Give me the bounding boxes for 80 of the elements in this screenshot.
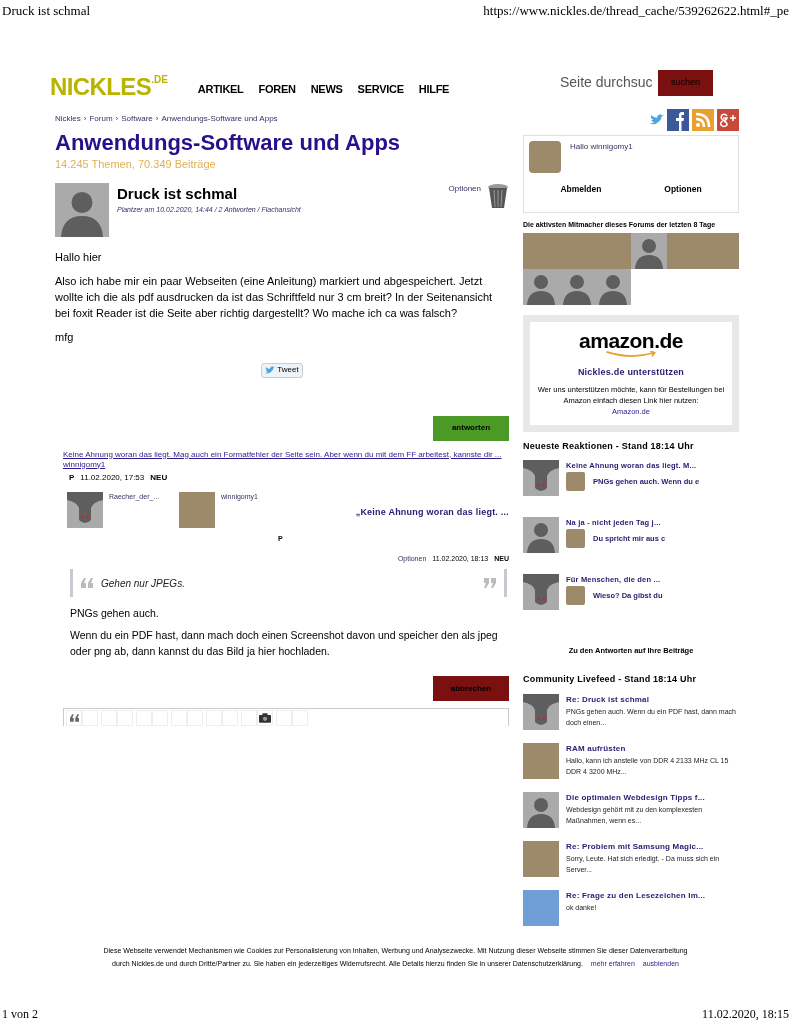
camera-icon	[259, 713, 271, 723]
photo-placeholder	[523, 889, 559, 926]
reply-button[interactable]: antworten	[433, 415, 509, 441]
post-text: Also ich habe mir ein paar Webseiten (eine Anleitung) markiert und abgespeichert. Jetzt wollte ich die als pdf ausdrucken da ist das Schriftfeld nur 3 cm breit? In der Seitenansicht bei foxit Reader ist die Seite aber richtig dargestellt? Wo mache ich ca was falsch?	[55, 273, 494, 321]
print-date: 11.02.2020, 18:15	[702, 1006, 789, 1023]
new-label: NEU	[150, 471, 168, 484]
feed-link[interactable]: Die optimalen Webdesign Tipps f...	[566, 791, 739, 804]
post-text: PNGs gehen auch.	[70, 606, 160, 621]
nav-link[interactable]: SERVICE	[357, 81, 404, 98]
ad-heading: Nickles.de unterstützen	[577, 365, 685, 379]
nav-link[interactable]: HILFE	[418, 81, 450, 98]
feed-link[interactable]: Re: Frage zu den Lesezeichen Im...	[566, 889, 706, 902]
avatar	[67, 491, 103, 528]
breadcrumb-link[interactable]: Software	[121, 112, 153, 125]
breadcrumb-link[interactable]: Nickles	[55, 112, 81, 125]
facebook-icon[interactable]	[667, 108, 689, 131]
forum-stats: 14.245 Themen, 70.349 Beiträge	[55, 157, 217, 172]
breadcrumb-separator: ›	[115, 112, 119, 125]
breadcrumb-link[interactable]: Anwendungs-Software und Apps	[161, 112, 278, 125]
search-field[interactable]: Seite durchsuc	[559, 72, 652, 94]
reply-link[interactable]: Keine Ahnung woran das liegt. Mag auch ein Formatfehler der Seite sein. Aber wenn du mit dem FF arbeitest, kannste dir ...	[63, 449, 502, 459]
avatar-photo	[523, 232, 559, 269]
avatar-photo	[566, 529, 585, 548]
options-link[interactable]: Optionen	[448, 182, 481, 195]
breadcrumb-link[interactable]: Forum	[89, 112, 113, 125]
avatar-photo	[703, 232, 739, 269]
avatar	[523, 268, 559, 305]
section-heading: Neueste Reaktionen - Stand 18:14 Uhr	[523, 440, 695, 454]
thread-title: Druck ist schmal	[117, 183, 239, 204]
user-action-link[interactable]: Optionen	[664, 182, 702, 196]
avatar-photo	[667, 232, 703, 269]
avatar	[523, 573, 559, 610]
quote-icon	[81, 578, 93, 588]
page-url: https://www.nickles.de/thread_cache/539262622.html#_pe	[483, 2, 789, 20]
section-heading: Community Livefeed - Stand 18:14 Uhr	[523, 673, 698, 686]
feed-link[interactable]: Re: Problem mit Samsung Magic...	[566, 840, 739, 853]
avatar	[523, 516, 559, 553]
twitter-icon	[265, 365, 276, 375]
post-text: Wenn du ein PDF hast, dann mach doch einen Screenshot davon und speicher den als jpeg oder png ab, dann kannst du das Bild ja hier hochladen.	[70, 628, 499, 659]
post-text: mfg	[55, 329, 75, 345]
flag-label: P	[69, 471, 75, 484]
avatar	[595, 268, 631, 305]
nav-link[interactable]: FOREN	[258, 81, 296, 98]
avatar-photo	[529, 140, 561, 173]
avatar	[55, 182, 109, 237]
breadcrumb-separator: ›	[155, 112, 159, 125]
avatar-photo	[523, 840, 559, 877]
avatar	[523, 791, 559, 828]
breadcrumb-separator: ›	[83, 112, 87, 125]
nav-link[interactable]: NEWS	[310, 81, 343, 98]
avatar-photo	[595, 232, 631, 269]
avatar	[523, 693, 559, 730]
page-title: Druck ist schmal	[2, 2, 91, 20]
avatar-photo	[566, 586, 585, 605]
page-number: 1 von 2	[2, 1006, 38, 1023]
quote-icon	[69, 714, 79, 722]
author-link[interactable]: winnigomy1	[63, 459, 106, 469]
avatar	[523, 459, 559, 496]
feed-link[interactable]: RAM aufrüsten	[566, 742, 739, 755]
user-action-link[interactable]: Abmelden	[560, 182, 602, 196]
amazon-logo[interactable]: amazon.de	[579, 329, 683, 358]
reply-date: 11.02.2020, 17:53	[80, 471, 145, 484]
feed-link[interactable]: Re: Druck ist schmal	[566, 693, 739, 706]
trash-icon[interactable]	[487, 182, 509, 209]
avatar-photo	[179, 491, 215, 528]
avatar	[631, 232, 667, 269]
quote-text: Gehen nur JPEGs.	[101, 576, 185, 591]
toolbar-button[interactable]	[66, 710, 82, 726]
avatar-photo	[566, 472, 585, 491]
avatar-photo	[523, 742, 559, 779]
nav-link[interactable]: ARTIKEL	[197, 81, 244, 98]
quote-icon	[484, 578, 496, 588]
greeting-text: Hallo winnigomy1	[570, 140, 633, 153]
forum-title: Anwendungs-Software und Apps	[55, 128, 402, 156]
toolbar-button[interactable]	[257, 710, 273, 726]
post-text: Hallo hier	[55, 249, 103, 265]
google-plus-icon[interactable]	[717, 108, 739, 131]
tweet-button[interactable]: Tweet	[261, 362, 303, 378]
reply-title[interactable]: „Keine Ahnung woran das liegt. ...	[355, 505, 509, 519]
twitter-icon[interactable]	[650, 113, 664, 126]
